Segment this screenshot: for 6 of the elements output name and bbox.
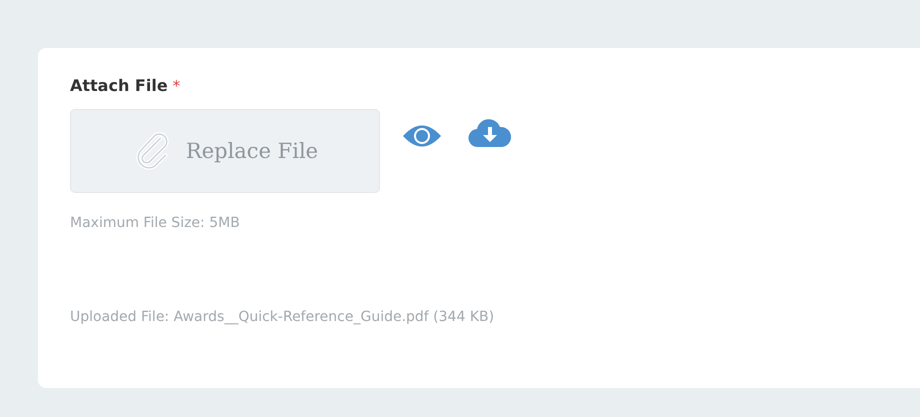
cloud-download-icon[interactable] [468,117,512,149]
uploaded-file-text: Uploaded File: Awards__Quick-Reference_Guide.pdf (344 KB) [70,309,496,325]
field-label: Attach File [70,76,168,95]
eye-icon[interactable] [402,123,442,149]
file-size-hint: Maximum File Size: 5MB [70,215,241,231]
required-mark: * [172,77,180,95]
